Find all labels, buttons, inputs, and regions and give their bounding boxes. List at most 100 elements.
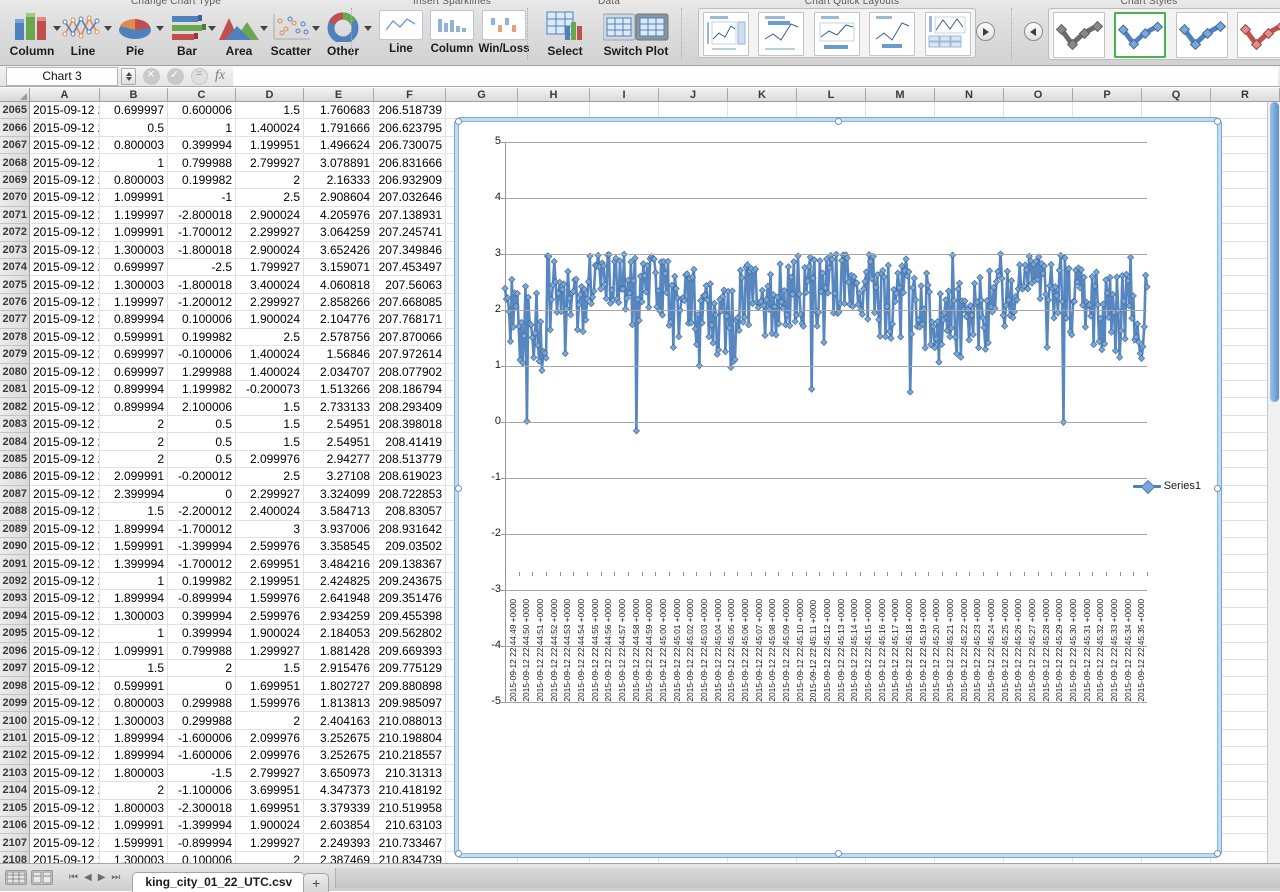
- chart-type-scatter-button[interactable]: Scatter: [263, 8, 320, 58]
- grid-cell[interactable]: 2015-09-12 2: [30, 311, 100, 329]
- row-header[interactable]: 2084: [0, 433, 30, 451]
- vertical-scrollbar-thumb[interactable]: [1270, 102, 1279, 402]
- grid-cell[interactable]: 2.799927: [236, 154, 304, 172]
- grid-cell[interactable]: -0.899994: [168, 590, 236, 608]
- grid-cell[interactable]: 0.699997: [100, 102, 168, 120]
- grid-cell[interactable]: 1.300003: [100, 607, 168, 626]
- grid-cell[interactable]: 2015-09-12 2: [30, 363, 100, 381]
- grid-cell[interactable]: 1.399994: [100, 555, 168, 573]
- row-header[interactable]: 2079: [0, 346, 30, 364]
- row-header[interactable]: 2108: [0, 851, 30, 863]
- row-header[interactable]: 2073: [0, 241, 30, 259]
- grid-cell[interactable]: 0.100006: [168, 851, 236, 863]
- grid-cell[interactable]: 207.453497: [374, 258, 446, 277]
- row-header[interactable]: 2066: [0, 119, 30, 137]
- sheet-nav-buttons[interactable]: ⏮ ◀ ▶ ⏭: [69, 872, 120, 883]
- chart-object[interactable]: 5 4 3 2 1 0 -1 -2 -3 -4 -5 2015-09-12 22:44:49 +00…: [455, 118, 1221, 857]
- chart-resize-handle-w[interactable]: [455, 485, 462, 492]
- grid-cell[interactable]: 2: [236, 712, 304, 730]
- grid-cell[interactable]: -1.5: [168, 764, 236, 783]
- chart-type-line-button[interactable]: Line: [55, 8, 112, 58]
- column-header-j[interactable]: J: [659, 88, 728, 102]
- grid-cell[interactable]: 2.799927: [236, 764, 304, 783]
- chart-type-bar-button[interactable]: Bar: [159, 8, 216, 58]
- grid-cell[interactable]: 2015-09-12 2: [30, 485, 100, 504]
- grid-cell[interactable]: 0.399994: [168, 136, 236, 155]
- grid-cell[interactable]: 1: [100, 154, 168, 172]
- row-header[interactable]: 2085: [0, 450, 30, 469]
- grid-cell[interactable]: 210.63103: [374, 816, 446, 835]
- grid-cell[interactable]: 2: [236, 171, 304, 190]
- grid-cell[interactable]: 2: [100, 415, 168, 434]
- grid-cell[interactable]: 2.934259: [304, 607, 374, 626]
- grid-cell[interactable]: 206.518739: [374, 102, 446, 120]
- grid-cell[interactable]: 210.198804: [374, 729, 446, 748]
- grid-cell[interactable]: 210.218557: [374, 747, 446, 765]
- grid-cell[interactable]: 2.299927: [236, 485, 304, 504]
- grid-cell[interactable]: 210.519958: [374, 799, 446, 817]
- grid-cell[interactable]: 2015-09-12 2: [30, 293, 100, 312]
- grid-cell[interactable]: 4.347373: [304, 782, 374, 800]
- chart-styles-gallery[interactable]: [1048, 8, 1280, 60]
- chart-type-other-button[interactable]: Other: [315, 8, 372, 58]
- grid-cell[interactable]: 1.099991: [100, 224, 168, 242]
- row-header[interactable]: 2086: [0, 468, 30, 486]
- grid-cell[interactable]: 3.652426: [304, 241, 374, 259]
- fx-icon[interactable]: fx: [215, 68, 225, 84]
- row-header[interactable]: 2095: [0, 625, 30, 643]
- grid-cell[interactable]: 2.199951: [236, 572, 304, 591]
- grid-cell[interactable]: 2: [100, 450, 168, 469]
- grid-cell[interactable]: 0.5: [168, 415, 236, 434]
- column-header-p[interactable]: P: [1073, 88, 1142, 102]
- row-header[interactable]: 2092: [0, 572, 30, 591]
- grid-cell[interactable]: 1.513266: [304, 381, 374, 399]
- grid-cell[interactable]: 208.722853: [374, 485, 446, 504]
- column-header-g[interactable]: G: [446, 88, 518, 102]
- grid-cell[interactable]: 1.800003: [100, 799, 168, 817]
- chart-type-pie-button[interactable]: Pie: [107, 8, 164, 58]
- column-header-d[interactable]: D: [236, 88, 304, 102]
- grid-cell[interactable]: -2.300018: [168, 799, 236, 817]
- grid-cell[interactable]: 2015-09-12 2: [30, 136, 100, 155]
- grid-cell[interactable]: -0.200073: [236, 381, 304, 399]
- grid-cell[interactable]: 2.900024: [236, 206, 304, 225]
- grid-cell[interactable]: 1.760683: [304, 102, 374, 120]
- chart-resize-handle-sw[interactable]: [455, 850, 462, 857]
- grid-cell[interactable]: 1: [100, 625, 168, 643]
- grid-cell[interactable]: 2015-09-12 2: [30, 171, 100, 190]
- grid-cell[interactable]: 2015-09-12 2: [30, 276, 100, 294]
- grid-cell[interactable]: 1.300003: [100, 712, 168, 730]
- vertical-scrollbar[interactable]: [1267, 102, 1280, 863]
- grid-cell[interactable]: 1.802727: [304, 677, 374, 695]
- grid-cell[interactable]: 2.915476: [304, 660, 374, 678]
- row-header[interactable]: 2072: [0, 224, 30, 242]
- grid-cell[interactable]: 207.245741: [374, 224, 446, 242]
- grid-cell[interactable]: 3.584713: [304, 503, 374, 521]
- grid-cell[interactable]: 2015-09-12 2: [30, 468, 100, 486]
- grid-cell[interactable]: 207.56063: [374, 276, 446, 294]
- grid-cell[interactable]: [1142, 102, 1211, 120]
- grid-cell[interactable]: 0.599991: [100, 677, 168, 695]
- grid-cell[interactable]: 0.699997: [100, 346, 168, 364]
- grid-cell[interactable]: 3.078891: [304, 154, 374, 172]
- grid-cell[interactable]: 2015-09-12 2: [30, 206, 100, 225]
- grid-cell[interactable]: 208.186794: [374, 381, 446, 399]
- grid-cell[interactable]: 209.243675: [374, 572, 446, 591]
- grid-cell[interactable]: 2.54951: [304, 433, 374, 451]
- add-sheet-button[interactable]: +: [303, 872, 330, 892]
- row-header[interactable]: 2088: [0, 503, 30, 521]
- grid-cell[interactable]: 209.880898: [374, 677, 446, 695]
- chart-resize-handle-ne[interactable]: [1214, 118, 1221, 125]
- grid-cell[interactable]: 2015-09-12 2: [30, 572, 100, 591]
- grid-cell[interactable]: 1.400024: [236, 346, 304, 364]
- chart-legend[interactable]: Series1: [1132, 480, 1201, 492]
- grid-cell[interactable]: [1073, 102, 1142, 120]
- grid-cell[interactable]: 0.899994: [100, 398, 168, 416]
- sparkline-winloss-button[interactable]: Win/Loss: [476, 10, 532, 55]
- grid-cell[interactable]: 209.455398: [374, 607, 446, 626]
- grid-cell[interactable]: 2.099976: [236, 450, 304, 469]
- grid-cell[interactable]: 2015-09-12 2: [30, 764, 100, 783]
- quick-layout-option[interactable]: [758, 12, 805, 56]
- grid-cell[interactable]: 2015-09-12 2: [30, 782, 100, 800]
- row-header[interactable]: 2082: [0, 398, 30, 416]
